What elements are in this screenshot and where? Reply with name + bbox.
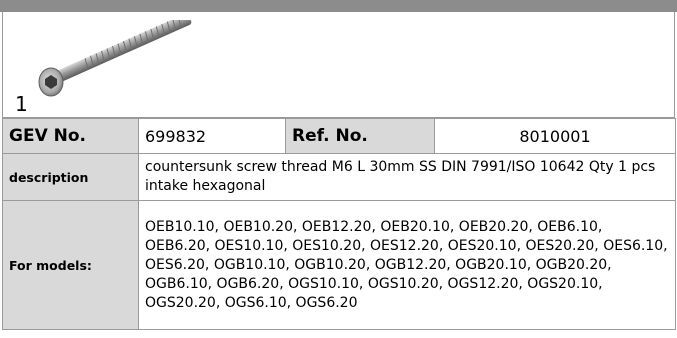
ref-no-label: Ref. No.	[285, 118, 435, 154]
table-row: description countersunk screw thread M6 …	[2, 153, 676, 201]
product-image-panel: 1	[2, 12, 675, 118]
item-number: 1	[15, 92, 28, 116]
models-text: OEB10.10, OEB10.20, OEB12.20, OEB20.10, …	[138, 200, 676, 330]
countersunk-screw-image	[38, 20, 192, 97]
description-text: countersunk screw thread M6 L 30mm SS DI…	[138, 153, 676, 201]
top-bar	[0, 0, 677, 12]
models-label: For models:	[2, 200, 139, 330]
gev-no-label: GEV No.	[2, 118, 139, 154]
description-label: description	[2, 153, 139, 201]
part-details-table: GEV No. 699832 Ref. No. 8010001 descript…	[2, 118, 676, 330]
table-row: GEV No. 699832 Ref. No. 8010001	[2, 118, 676, 154]
gev-no-value: 699832	[138, 118, 286, 154]
ref-no-value: 8010001	[434, 118, 676, 154]
table-row: For models: OEB10.10, OEB10.20, OEB12.20…	[2, 200, 676, 330]
